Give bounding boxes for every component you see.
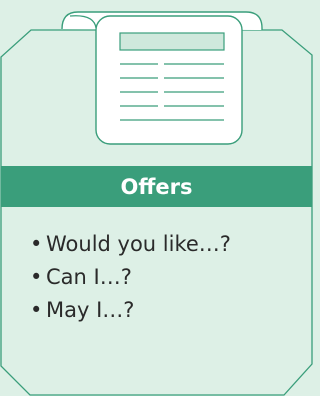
list-item-text: May I…?	[46, 298, 135, 322]
list-item: • Would you like…?	[30, 228, 231, 261]
bullet: •	[30, 232, 43, 256]
bullet: •	[30, 265, 43, 289]
list-item: • May I…?	[30, 294, 231, 327]
card-title: Offers	[120, 174, 193, 199]
list-item: • Can I…?	[30, 261, 231, 294]
title-banner: Offers	[1, 166, 312, 207]
phrase-list: • Would you like…? • Can I…? • May I…?	[30, 228, 231, 327]
list-item-text: Would you like…?	[46, 232, 231, 256]
bullet: •	[30, 298, 43, 322]
list-item-text: Can I…?	[46, 265, 132, 289]
